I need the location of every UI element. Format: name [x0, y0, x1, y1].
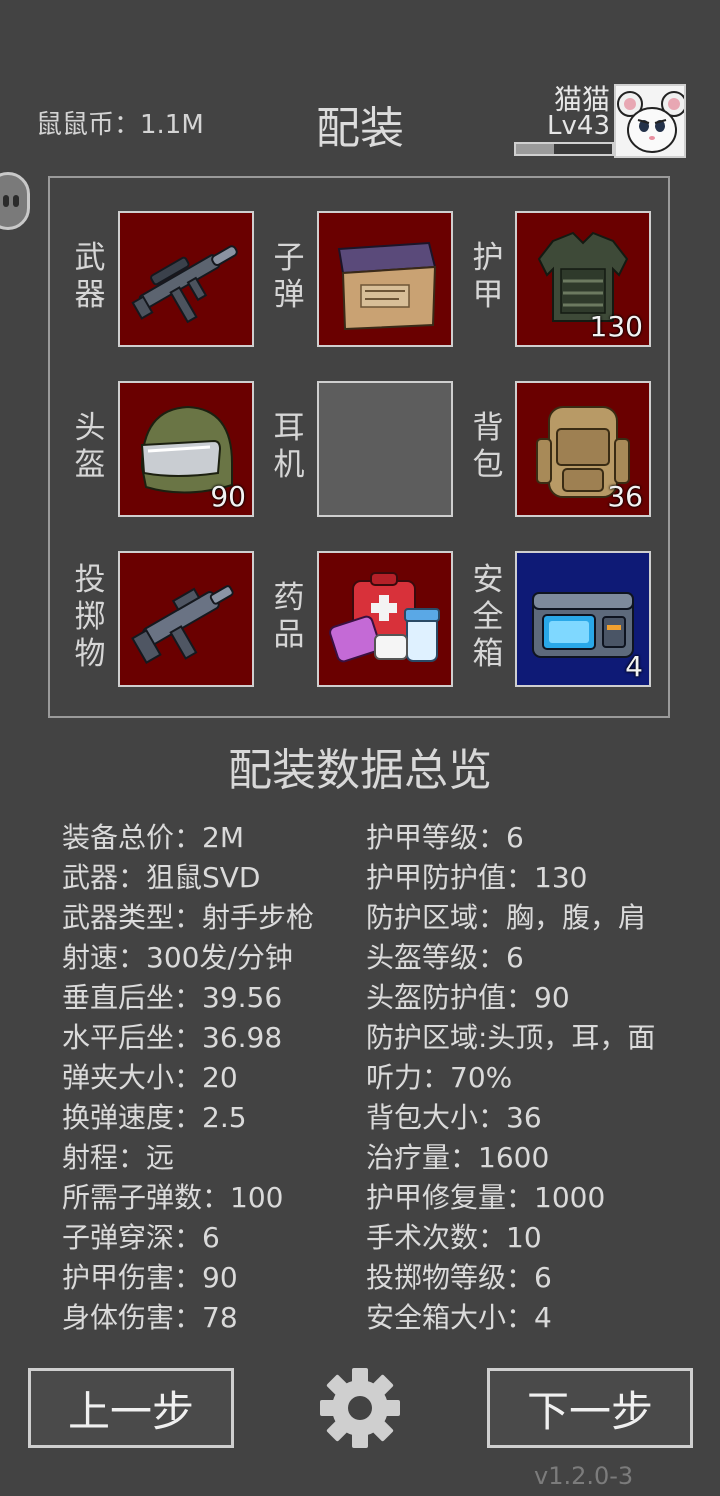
player-level: Lv43 — [547, 111, 610, 141]
stat-line: 听力：70% — [366, 1061, 513, 1094]
stat-line: 垂直后坐：39.56 — [62, 981, 283, 1014]
stats-right-column: 护甲等级：6 护甲防护值：130 防护区域：胸，腹，肩 头盔等级：6 头盔防护值：90 防… — [366, 818, 655, 1338]
slot-label-throwable: 投掷物 — [74, 562, 106, 672]
stat-line: 治疗量：1600 — [366, 1141, 550, 1174]
stat-line: 手术次数：10 — [366, 1221, 542, 1254]
stat-line: 弹夹大小：20 — [62, 1061, 238, 1094]
medkit-icon — [329, 572, 440, 663]
stat-line: 背包大小：36 — [366, 1101, 542, 1134]
stat-line: 护甲等级：6 — [366, 821, 524, 854]
slot-count: 4 — [625, 650, 643, 683]
previous-step-button[interactable]: 上一步 — [28, 1368, 234, 1448]
stat-line: 头盔等级：6 — [366, 941, 524, 974]
slot-label-safe-box: 安全箱 — [472, 562, 504, 672]
slot-label-backpack: 背包 — [472, 410, 504, 483]
stat-line: 护甲伤害：90 — [62, 1261, 238, 1294]
slot-safe-box[interactable]: 4 — [515, 551, 651, 687]
slot-label-ammo: 子弹 — [273, 240, 305, 313]
gear-icon — [320, 1368, 400, 1448]
slot-label-headset: 耳机 — [273, 410, 305, 483]
stat-line: 防护区域：胸，腹，肩 — [366, 901, 647, 934]
eye-icon — [13, 195, 19, 207]
loadout-panel: 武器 子弹 护甲 130 头盔 90 耳机 背包 36 投掷物 药品 安全箱 4 — [48, 176, 670, 718]
slot-label-helmet: 头盔 — [74, 410, 106, 483]
rifle-icon — [131, 245, 238, 324]
mouse-avatar-icon — [617, 91, 684, 153]
slot-count: 36 — [607, 480, 643, 513]
stat-line: 护甲防护值：130 — [366, 861, 588, 894]
eye-icon — [3, 195, 9, 207]
stat-line: 护甲修复量：1000 — [366, 1181, 606, 1214]
stat-line: 装备总价：2M — [62, 821, 244, 854]
stat-line: 换弹速度：2.5 — [62, 1101, 247, 1134]
ammo-box-icon — [337, 241, 437, 331]
slot-armor[interactable]: 130 — [515, 211, 651, 347]
slot-label-medicine: 药品 — [273, 580, 305, 653]
stat-line: 投掷物等级：6 — [366, 1261, 552, 1294]
settings-button[interactable] — [320, 1368, 400, 1448]
slot-backpack[interactable]: 36 — [515, 381, 651, 517]
stat-line: 子弹穿深：6 — [62, 1221, 220, 1254]
slot-headset[interactable] — [317, 381, 453, 517]
stat-line: 水平后坐：36.98 — [62, 1021, 283, 1054]
slot-label-armor: 护甲 — [472, 240, 504, 313]
stat-line: 射速：300发/分钟 — [62, 941, 293, 974]
stat-line: 所需子弹数：100 — [62, 1181, 284, 1214]
slot-count: 90 — [210, 480, 246, 513]
stat-line: 安全箱大小：4 — [366, 1301, 552, 1334]
xp-progress-bar — [514, 142, 614, 156]
floating-menu-button[interactable] — [0, 172, 30, 230]
stat-line: 头盔防护值：90 — [366, 981, 570, 1014]
version-label: v1.2.0-3 — [534, 1462, 634, 1490]
slot-ammo[interactable] — [317, 211, 453, 347]
avatar[interactable] — [614, 84, 686, 158]
xp-progress-fill — [516, 144, 555, 154]
slot-weapon[interactable] — [118, 211, 254, 347]
stat-line: 武器类型：射手步枪 — [62, 901, 315, 934]
summary-title: 配装数据总览 — [228, 745, 492, 796]
slot-count: 130 — [589, 310, 643, 343]
stat-line: 防护区域:头顶，耳，面 — [366, 1021, 656, 1054]
stat-line: 射程：远 — [62, 1141, 175, 1174]
stat-line: 身体伤害：78 — [62, 1301, 238, 1334]
slot-helmet[interactable]: 90 — [118, 381, 254, 517]
slot-medicine[interactable] — [317, 551, 453, 687]
stat-line: 武器：狙鼠SVD — [62, 861, 261, 894]
slot-label-weapon: 武器 — [74, 240, 106, 313]
slot-throwable[interactable] — [118, 551, 254, 687]
stats-left-column: 装备总价：2M 武器：狙鼠SVD 武器类型：射手步枪 射速：300发/分钟 垂直后坐：3… — [62, 818, 314, 1338]
next-step-button[interactable]: 下一步 — [487, 1368, 693, 1448]
launcher-icon — [131, 585, 234, 664]
